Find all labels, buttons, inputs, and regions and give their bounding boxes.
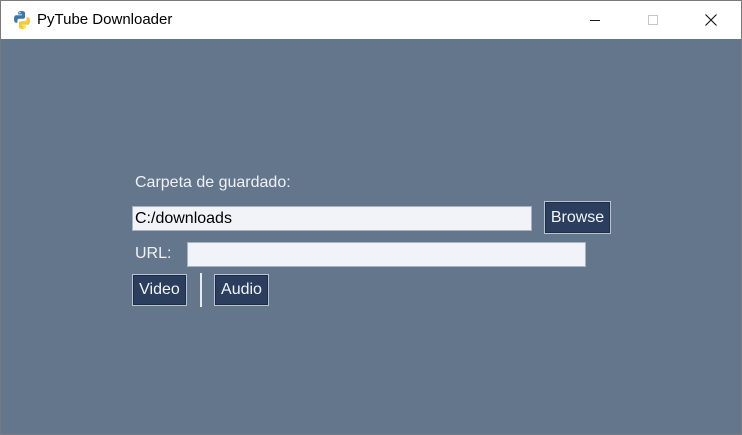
maximize-button[interactable] (624, 1, 682, 39)
url-label: URL: (135, 245, 172, 262)
maximize-icon (648, 15, 658, 25)
folder-label: Carpeta de guardado: (135, 174, 291, 191)
minimize-icon (590, 19, 600, 21)
separator (200, 273, 202, 307)
python-icon (14, 11, 30, 29)
url-input[interactable] (187, 242, 586, 267)
close-icon (705, 14, 717, 26)
minimize-button[interactable] (566, 1, 624, 39)
client-area: Carpeta de guardado: Browse URL: Video A… (1, 39, 741, 434)
window-title: PyTube Downloader (37, 11, 173, 28)
close-button[interactable] (682, 1, 740, 39)
video-button[interactable]: Video (132, 274, 187, 306)
folder-input[interactable] (132, 206, 532, 231)
browse-button[interactable]: Browse (544, 201, 611, 234)
title-bar[interactable]: PyTube Downloader (1, 1, 741, 39)
audio-button[interactable]: Audio (214, 274, 269, 306)
app-window: PyTube Downloader Carpeta de guardado: B… (0, 0, 742, 435)
